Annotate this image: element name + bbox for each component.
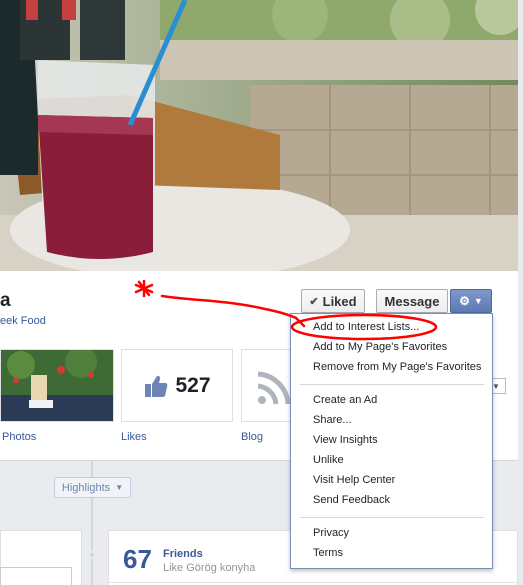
menu-item-add-to-interest-lists[interactable]: Add to Interest Lists... — [313, 321, 419, 333]
divider — [108, 582, 518, 583]
thumbs-up-icon — [145, 375, 168, 397]
menu-item-create-ad[interactable]: Create an Ad — [313, 394, 377, 406]
page-category-link[interactable]: eek Food — [0, 315, 46, 327]
menu-item-privacy[interactable]: Privacy — [313, 527, 349, 539]
page-options-button[interactable]: ⚙ ▼ — [450, 289, 492, 313]
liked-button[interactable]: ✔ Liked — [301, 289, 365, 313]
likes-label[interactable]: Likes — [121, 431, 147, 443]
timeline-dot — [88, 551, 96, 559]
menu-item-remove-from-favorites[interactable]: Remove from My Page's Favorites — [313, 361, 481, 373]
page-options-menu: Add to Interest Lists... Add to My Page'… — [290, 313, 493, 569]
chevron-down-icon: ▼ — [473, 296, 483, 306]
blog-label[interactable]: Blog — [241, 431, 263, 443]
cover-photo[interactable] — [0, 0, 518, 271]
likes-tile[interactable]: 527 — [121, 349, 233, 422]
friends-title[interactable]: Friends — [163, 548, 203, 560]
photos-label[interactable]: Photos — [2, 431, 36, 443]
page-title[interactable]: a — [0, 290, 11, 312]
menu-item-visit-help-center[interactable]: Visit Help Center — [313, 474, 395, 486]
photos-tile[interactable] — [0, 349, 114, 422]
highlights-button[interactable]: Highlights ▼ — [54, 477, 131, 498]
menu-separator — [300, 517, 484, 518]
friends-count[interactable]: 67 — [123, 544, 152, 575]
gear-icon: ⚙ — [459, 294, 470, 308]
likes-count: 527 — [175, 373, 211, 397]
menu-item-view-insights[interactable]: View Insights — [313, 434, 378, 446]
menu-item-send-feedback[interactable]: Send Feedback — [313, 494, 390, 506]
chevron-down-icon: ▼ — [115, 483, 124, 492]
message-button[interactable]: Message — [376, 289, 448, 313]
menu-separator — [300, 384, 484, 385]
left-post-input[interactable] — [0, 567, 72, 585]
friends-subtitle: Like Görög konyha — [163, 562, 256, 574]
menu-item-terms[interactable]: Terms — [313, 547, 343, 559]
liked-label: Liked — [322, 293, 357, 309]
menu-item-share[interactable]: Share... — [313, 414, 352, 426]
check-icon: ✔ — [309, 295, 319, 308]
menu-item-unlike[interactable]: Unlike — [313, 454, 344, 466]
menu-item-add-to-favorites[interactable]: Add to My Page's Favorites — [313, 341, 447, 353]
highlights-label: Highlights — [61, 481, 111, 494]
